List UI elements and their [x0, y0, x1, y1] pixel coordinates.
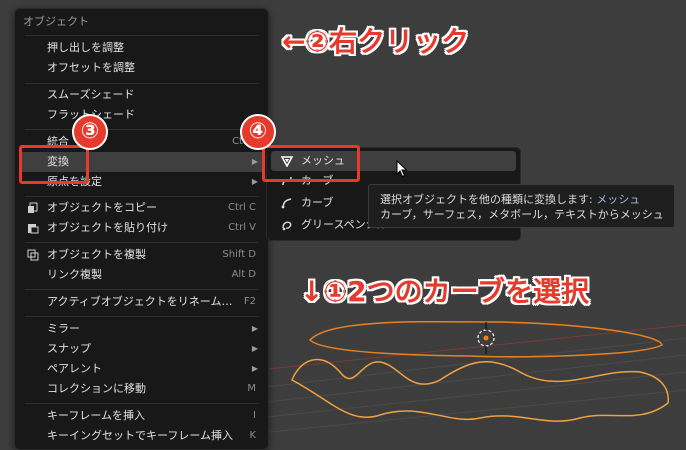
- paste-icon: [28, 224, 39, 234]
- tooltip-description: 選択オブジェクトを他の種類に変換します:: [380, 193, 593, 206]
- menu-item-move-to-collection[interactable]: コレクションに移動 M: [19, 379, 264, 399]
- menu-item-shade-smooth[interactable]: スムーズシェード: [19, 85, 264, 105]
- tooltip-detail: カーブ，サーフェス，メタボール，テキストからメッシュ: [380, 208, 664, 221]
- menu-item-rename-active[interactable]: アクティブオブジェクトをリネーム… F2: [19, 292, 264, 312]
- callout-right-click: ←②右クリック: [282, 25, 470, 58]
- separator: [25, 289, 258, 290]
- submenu-arrow-icon: ▶: [251, 177, 258, 186]
- separator: [25, 129, 258, 130]
- highlight-mesh: [262, 145, 360, 182]
- menu-title: オブジェクト: [23, 15, 89, 28]
- curve-icon: [281, 198, 292, 209]
- menu-item-shade-flat[interactable]: フラットシェード: [19, 105, 264, 125]
- separator: [25, 316, 258, 317]
- grease-pencil-icon: [282, 221, 292, 231]
- submenu-arrow-icon: ▶: [251, 344, 258, 353]
- highlight-convert: [19, 145, 89, 184]
- step-4-badge: ④: [240, 114, 276, 150]
- submenu-arrow-icon: ▶: [251, 157, 258, 166]
- object-context-menu: オブジェクト 押し出しを調整 オフセットを調整 スムーズシェード フラットシェー…: [14, 8, 269, 450]
- tooltip-value: メッシュ: [596, 193, 641, 206]
- separator: [25, 196, 258, 197]
- menu-item-insert-keyframe-keyingset[interactable]: キーイングセットでキーフレーム挿入 K: [19, 426, 264, 446]
- submenu-arrow-icon: ▶: [251, 364, 258, 373]
- step-3-badge: ③: [72, 114, 108, 150]
- separator: [25, 403, 258, 404]
- menu-item-copy-objects[interactable]: オブジェクトをコピー Ctrl C: [19, 198, 264, 218]
- menu-item-parent[interactable]: ペアレント ▶: [19, 359, 264, 379]
- copy-icon: [28, 202, 38, 213]
- menu-item-adjust-offset[interactable]: オフセットを調整: [19, 58, 264, 78]
- separator: [25, 242, 258, 243]
- menu-item-adjust-extrude[interactable]: 押し出しを調整: [19, 38, 264, 58]
- menu-item-paste-objects[interactable]: オブジェクトを貼り付け Ctrl V: [19, 218, 264, 238]
- separator: [25, 83, 258, 84]
- convert-tooltip: 選択オブジェクトを他の種類に変換します: メッシュ カーブ，サーフェス，メタボー…: [368, 184, 675, 228]
- menu-item-snap[interactable]: スナップ ▶: [19, 339, 264, 359]
- mouse-cursor-icon: [396, 160, 408, 178]
- menu-item-insert-keyframe[interactable]: キーフレームを挿入 I: [19, 406, 264, 426]
- curve-wave: [291, 358, 669, 422]
- separator: [25, 35, 258, 36]
- callout-select-curves: ↓①2つのカーブを選択: [300, 275, 589, 308]
- duplicate-icon: [27, 249, 39, 261]
- menu-item-mirror[interactable]: ミラー ▶: [19, 319, 264, 339]
- submenu-arrow-icon: ▶: [251, 324, 258, 333]
- menu-item-duplicate-objects[interactable]: オブジェクトを複製 Shift D: [19, 245, 264, 265]
- origin-marker: [477, 322, 495, 354]
- menu-item-duplicate-linked[interactable]: リンク複製 Alt D: [19, 265, 264, 285]
